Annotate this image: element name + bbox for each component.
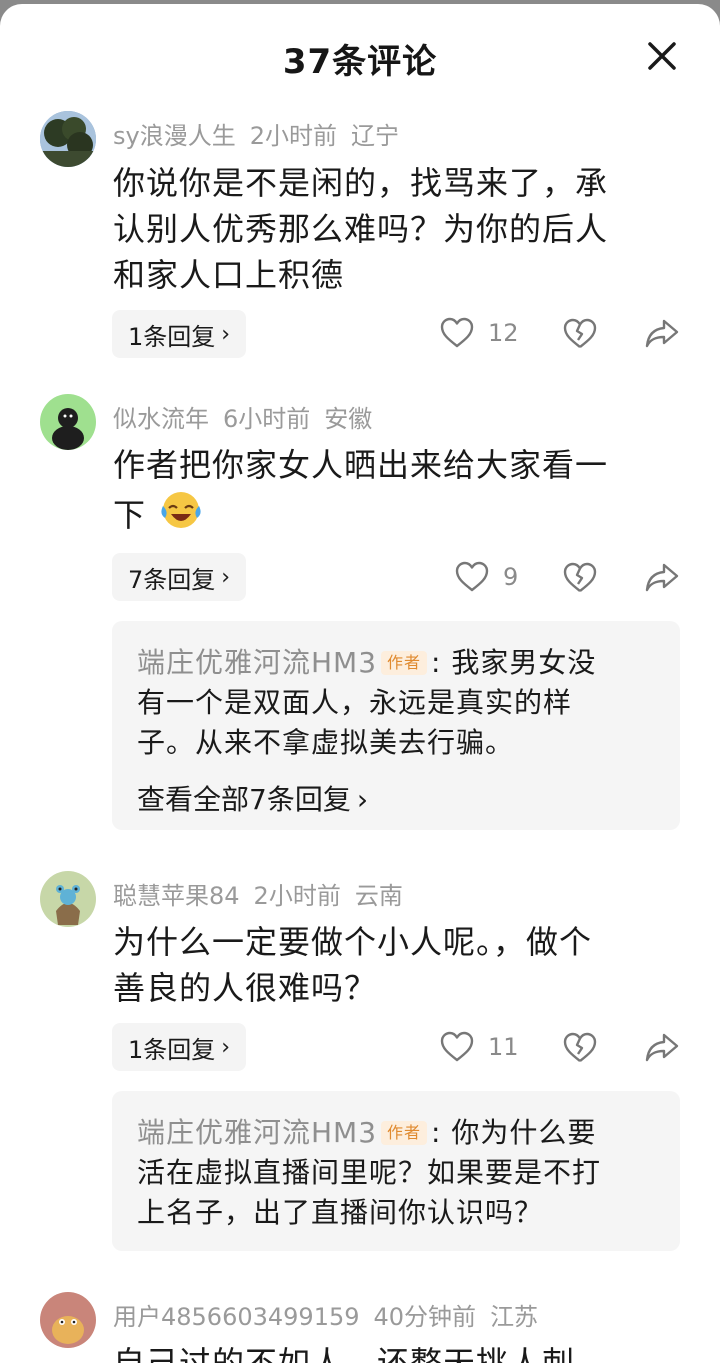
comment-text: 自己过的不如人，还整天挑人刺， — [113, 1344, 609, 1363]
share-arrow-icon — [645, 319, 679, 348]
comment-time: 40分钟前 — [373, 1303, 477, 1331]
laughing-tears-emoji — [157, 488, 205, 544]
avatar[interactable] — [40, 1292, 96, 1348]
comment-meta: 聪慧苹果84 2小时前 云南 — [113, 876, 417, 911]
chevron-right-icon: › — [221, 564, 231, 590]
comment-meta: sy浪漫人生 2小时前 辽宁 — [113, 116, 413, 151]
broken-heart-icon — [563, 562, 597, 592]
share-arrow-icon — [645, 1033, 679, 1062]
chevron-right-icon: › — [356, 783, 369, 816]
comment-meta: 用户4856603499159 40分钟前 江苏 — [113, 1297, 552, 1332]
dislike-button[interactable] — [563, 562, 597, 594]
comment-username[interactable]: 用户4856603499159 — [113, 1303, 360, 1331]
chevron-right-icon: › — [221, 1034, 231, 1060]
close-button[interactable] — [642, 36, 682, 76]
author-badge: 作者 — [381, 1121, 428, 1145]
page-title: 37条评论 — [282, 42, 438, 82]
author-badge: 作者 — [381, 651, 428, 675]
comment-location: 江苏 — [490, 1303, 539, 1331]
view-replies-button[interactable]: 7条回复 › — [112, 553, 247, 601]
comment-meta: 似水流年 6小时前 安徽 — [113, 399, 386, 434]
sub-reply-username[interactable]: 端庄优雅河流HM3 — [137, 646, 377, 679]
comment-username[interactable]: 聪慧苹果84 — [113, 882, 240, 910]
sub-reply-username[interactable]: 端庄优雅河流HM3 — [137, 1116, 377, 1149]
comment-time: 2小时前 — [253, 882, 341, 910]
heart-outline-icon — [440, 1031, 474, 1062]
avatar[interactable] — [40, 394, 96, 450]
broken-heart-icon — [563, 318, 597, 348]
comment-time: 2小时前 — [249, 122, 337, 150]
comment-location: 云南 — [354, 882, 403, 910]
share-arrow-icon — [645, 563, 679, 592]
sub-reply-text: 端庄优雅河流HM3 作者: 我家男女没 有一个是双面人，永远是真实的样 子。从来不… — [137, 646, 597, 759]
share-button[interactable] — [644, 1031, 680, 1063]
comment-username[interactable]: 似水流年 — [113, 405, 209, 433]
close-icon — [648, 42, 676, 70]
comment-text: 为什么一定要做个小人呢。，做个 善良的人很难吗？ — [113, 923, 593, 1007]
dislike-button[interactable] — [563, 318, 597, 350]
like-button[interactable]: 9 — [455, 561, 518, 593]
sub-reply-box: 端庄优雅河流HM3 作者: 你为什么要 活在虚拟直播间里呢？如果要是不打 上名子，… — [112, 1091, 680, 1251]
broken-heart-icon — [563, 1032, 597, 1062]
heart-outline-icon — [440, 317, 474, 348]
like-button[interactable]: 12 — [440, 317, 519, 349]
comment-text: 你说你是不是闲的，找骂来了，承 认别人优秀那么难吗？为你的后人 和家人口上积德 — [113, 164, 609, 294]
sub-reply-box: 端庄优雅河流HM3 作者: 我家男女没 有一个是双面人，永远是真实的样 子。从来不… — [112, 621, 680, 830]
view-all-replies-link[interactable]: 查看全部7条回复 › — [137, 778, 368, 818]
comment-location: 安徽 — [324, 405, 373, 433]
view-replies-button[interactable]: 1条回复 › — [112, 310, 247, 358]
sub-reply-text: 端庄优雅河流HM3 作者: 你为什么要 活在虚拟直播间里呢？如果要是不打 上名子，… — [137, 1116, 602, 1229]
avatar[interactable] — [40, 871, 96, 927]
view-replies-button[interactable]: 1条回复 › — [112, 1023, 247, 1071]
heart-outline-icon — [455, 561, 489, 592]
share-button[interactable] — [644, 317, 680, 349]
share-button[interactable] — [644, 561, 680, 593]
comment-text: 作者把你家女人晒出来给大家看一 下 — [113, 442, 673, 544]
comments-sheet: 37条评论 sy浪漫人生 2小时前 辽宁 你说你是不是闲的，找骂来了，承 认别人优秀… — [0, 4, 720, 1363]
dislike-button[interactable] — [563, 1032, 597, 1064]
sheet-header: 37条评论 — [0, 4, 720, 100]
chevron-right-icon: › — [221, 321, 231, 347]
like-count: 12 — [488, 319, 519, 347]
like-count: 11 — [488, 1033, 519, 1061]
avatar[interactable] — [40, 111, 96, 167]
comment-location: 辽宁 — [351, 122, 399, 150]
like-button[interactable]: 11 — [440, 1031, 519, 1063]
comment-username[interactable]: sy浪漫人生 — [113, 122, 236, 150]
like-count: 9 — [503, 563, 519, 591]
comment-time: 6小时前 — [223, 405, 311, 433]
